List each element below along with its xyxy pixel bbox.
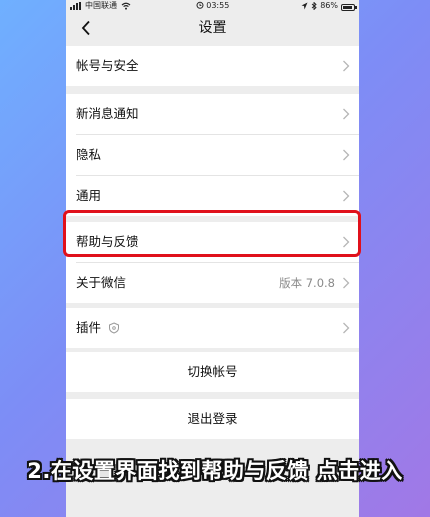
chevron-right-icon [343,322,350,334]
battery-fill [343,5,352,9]
settings-item-label: 新消息通知 [76,106,139,121]
chevron-right-icon [343,236,350,248]
nav-bar: 设置 [66,12,359,46]
settings-item-account-security[interactable]: 帐号与安全 [66,46,359,86]
settings-item-label: 隐私 [76,147,102,162]
version-text: 版本 7.0.8 [279,276,335,290]
phone-screen: 中国联通 03:55 86% 设置 帐号与安全 新消息通知 隐私 通用 帮助与反… [66,0,359,517]
bluetooth-icon [311,2,317,10]
settings-item-new-message-notify[interactable]: 新消息通知 [66,94,359,134]
status-bar: 中国联通 03:55 86% [66,0,359,12]
page-title: 设置 [198,20,227,36]
settings-item-general[interactable]: 通用 [66,176,359,216]
chevron-right-icon [343,108,350,120]
plugin-shield-icon [109,322,119,334]
switch-account-button[interactable]: 切换帐号 [66,352,359,392]
status-time: 03:55 [206,1,230,10]
battery-percent: 86% [320,1,338,10]
tutorial-caption: 2.在设置界面找到帮助与反馈 点击进入 [27,459,403,483]
settings-item-privacy[interactable]: 隐私 [66,135,359,175]
settings-item-help-feedback[interactable]: 帮助与反馈 [66,222,359,262]
settings-item-plugins[interactable]: 插件 [66,308,359,348]
settings-item-label: 插件 [76,320,102,335]
chevron-right-icon [343,149,350,161]
battery-icon [341,3,357,11]
status-right: 86% [301,0,357,12]
chevron-right-icon [343,190,350,202]
settings-item-about[interactable]: 关于微信 版本 7.0.8 [66,263,359,303]
settings-item-label: 帮助与反馈 [76,234,139,249]
settings-item-label: 关于微信 [76,275,127,290]
location-icon [301,2,308,10]
chevron-right-icon [343,277,350,289]
chevron-right-icon [343,60,350,72]
alarm-icon [196,1,204,9]
logout-button[interactable]: 退出登录 [66,399,359,439]
settings-item-label: 通用 [76,188,102,203]
settings-item-label: 帐号与安全 [76,58,139,73]
